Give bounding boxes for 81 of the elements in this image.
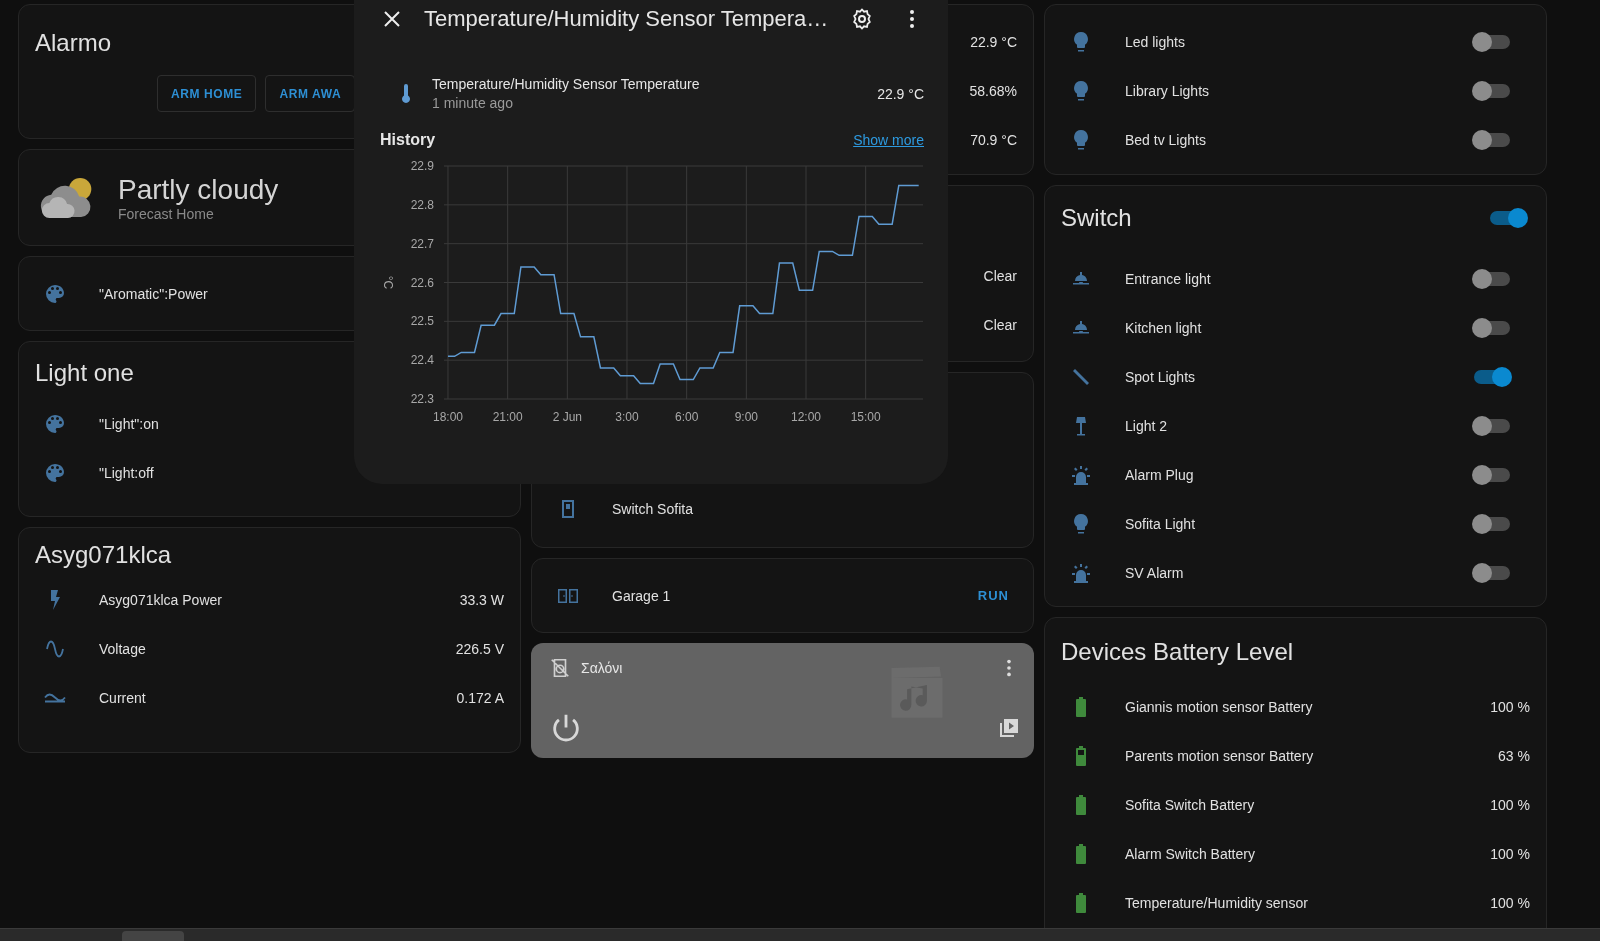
- entity-value: 100 %: [1490, 894, 1530, 911]
- toggle-switch[interactable]: [1474, 565, 1510, 580]
- entity-name: Temperature/Humidity Sensor Temperature: [432, 76, 700, 92]
- card-title: Devices Battery Level: [1061, 638, 1294, 666]
- weather-condition: Partly cloudy: [118, 173, 279, 206]
- x-tick-label: 3:00: [615, 410, 639, 424]
- entity-value: 0.172 A: [456, 689, 504, 706]
- card-title: Light one: [35, 359, 134, 387]
- y-tick-label: 22.9: [410, 159, 434, 173]
- entity-value: 63 %: [1498, 747, 1530, 764]
- toggle-switch[interactable]: [1490, 211, 1526, 225]
- x-tick-label: 15:00: [850, 410, 881, 424]
- entity-value: 226.5 V: [455, 640, 504, 657]
- y-tick-label: 22.8: [410, 197, 434, 212]
- y-axis-label: °C: [381, 275, 395, 290]
- entity-name[interactable]: "Aromatic":Power: [99, 285, 208, 302]
- card-title: Asyg071klca: [35, 541, 172, 569]
- show-more-link[interactable]: Show more: [853, 132, 924, 148]
- toggle-switch[interactable]: [1474, 271, 1510, 286]
- entity-name[interactable]: Switch Sofita: [612, 500, 693, 517]
- toggle-switch[interactable]: [1474, 83, 1510, 98]
- x-tick-label: 12:00: [790, 410, 821, 424]
- toggle-switch[interactable]: [1474, 516, 1510, 531]
- entity-name[interactable]: "Light:off: [99, 464, 154, 481]
- dialog-title: Temperature/Humidity Sensor Tempera…: [424, 6, 829, 32]
- entity-name[interactable]: Entrance light: [1125, 270, 1211, 287]
- y-tick-label: 22.3: [410, 392, 434, 406]
- entity-name[interactable]: Sofita Switch Battery: [1125, 796, 1255, 813]
- toggle-switch[interactable]: [1474, 34, 1510, 49]
- entity-value: 100 %: [1490, 796, 1530, 813]
- forecast-name: Forecast Home: [118, 205, 215, 222]
- entity-value: 22.9 °C: [877, 85, 924, 102]
- toggle-switch[interactable]: [1474, 418, 1510, 433]
- last-updated: 1 minute ago: [432, 95, 514, 111]
- entity-value: 58.68%: [969, 82, 1017, 99]
- card-title: Alarmo: [35, 29, 112, 57]
- entity-name[interactable]: Alarm Switch Battery: [1125, 845, 1255, 862]
- entity-name[interactable]: Current: [99, 689, 146, 706]
- entity-name[interactable]: Light 2: [1125, 417, 1168, 434]
- entity-name[interactable]: Bed tv Lights: [1125, 131, 1206, 148]
- x-tick-label: 9:00: [734, 410, 758, 424]
- toggle-switch[interactable]: [1474, 132, 1510, 147]
- scroll-thumb[interactable]: [122, 931, 184, 941]
- section-title: History: [380, 131, 436, 149]
- entity-name[interactable]: Library Lights: [1125, 82, 1210, 99]
- settings-icon[interactable]: [850, 7, 874, 31]
- entity-name[interactable]: Alarm Plug: [1125, 466, 1194, 483]
- run-button[interactable]: RUN: [969, 582, 1017, 609]
- toggle-switch[interactable]: [1474, 369, 1510, 384]
- x-tick-label: 2 Jun: [552, 410, 582, 424]
- y-tick-label: 22.5: [410, 314, 434, 329]
- entity-name[interactable]: Spot Lights: [1125, 368, 1196, 385]
- card-title: Switch: [1061, 204, 1132, 232]
- entity-value: Clear: [983, 267, 1017, 284]
- toggle-switch[interactable]: [1474, 320, 1510, 335]
- entity-name[interactable]: SV Alarm: [1125, 564, 1184, 581]
- entity-value: 22.9 °C: [970, 33, 1017, 50]
- entity-name[interactable]: "Light":on: [99, 415, 159, 432]
- y-tick-label: 22.4: [410, 353, 434, 368]
- entity-name[interactable]: Temperature/Humidity sensor: [1125, 894, 1308, 911]
- entity-value: 33.3 W: [459, 591, 504, 608]
- entity-value: Clear: [983, 316, 1017, 333]
- entity-value: 70.9 °C: [970, 131, 1017, 148]
- entity-name[interactable]: Garage 1: [612, 587, 671, 604]
- x-tick-label: 18:00: [432, 410, 463, 424]
- entity-value: 100 %: [1490, 845, 1530, 862]
- x-tick-label: 6:00: [674, 410, 699, 424]
- media-player-name: Σαλόνι: [581, 660, 623, 676]
- speaker-off-icon: [549, 657, 571, 679]
- y-tick-label: 22.6: [410, 275, 434, 290]
- entity-name[interactable]: Asyg071klca Power: [99, 591, 222, 608]
- entity-value: 100 %: [1490, 698, 1530, 715]
- toggle-switch[interactable]: [1474, 467, 1510, 482]
- entity-name[interactable]: Giannis motion sensor Battery: [1125, 698, 1313, 715]
- x-tick-label: 21:00: [492, 410, 523, 424]
- entity-name[interactable]: Kitchen light: [1125, 319, 1202, 336]
- arm-button[interactable]: ARM HOME: [157, 75, 257, 112]
- entity-name[interactable]: Sofita Light: [1125, 515, 1196, 532]
- entity-name[interactable]: Voltage: [99, 640, 146, 657]
- entity-name[interactable]: Parents motion sensor Battery: [1125, 747, 1314, 764]
- entity-name[interactable]: Led lights: [1125, 33, 1185, 50]
